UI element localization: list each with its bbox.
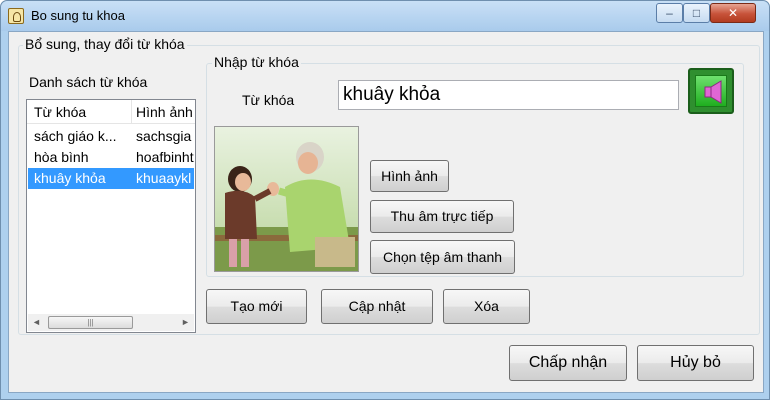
list-item-image: khuaaykl	[136, 170, 192, 186]
column-divider[interactable]	[131, 100, 132, 123]
close-button[interactable]: ✕	[710, 3, 756, 23]
client-area: Bổ sung, thay đổi từ khóa Danh sách từ k…	[8, 31, 764, 393]
maximize-button[interactable]: □	[683, 3, 710, 23]
scroll-thumb[interactable]: |||	[48, 316, 133, 329]
window-title: Bo sung tu khoa	[31, 8, 125, 23]
update-button[interactable]: Cập nhật	[321, 289, 433, 324]
new-button[interactable]: Tạo mới	[206, 289, 307, 324]
list-item-keyword: hòa bình	[34, 149, 89, 165]
list-item-image: sachsgia	[136, 128, 192, 144]
column-header-image[interactable]: Hình ảnh	[136, 104, 194, 120]
app-icon	[8, 8, 24, 24]
column-header-keyword[interactable]: Từ khóa	[34, 104, 130, 120]
scroll-right-arrow-icon[interactable]: ►	[177, 314, 194, 331]
keyword-list-title: Danh sách từ khóa	[27, 74, 150, 90]
list-item[interactable]: sách giáo k... sachsgia	[28, 126, 194, 147]
keyword-listview[interactable]: Từ khóa Hình ảnh sách giáo k... sachsgia…	[26, 99, 196, 333]
minimize-button[interactable]: –	[656, 3, 683, 23]
cancel-button[interactable]: Hủy bỏ	[637, 345, 754, 381]
accept-button[interactable]: Chấp nhận	[509, 345, 627, 381]
delete-button[interactable]: Xóa	[443, 289, 530, 324]
keyword-photo	[214, 126, 359, 272]
speaker-icon	[695, 75, 727, 107]
entry-group-title: Nhập từ khóa	[212, 54, 301, 70]
keyword-field-label: Từ khóa	[240, 92, 297, 108]
image-button[interactable]: Hình ảnh	[370, 160, 449, 192]
listview-header: Từ khóa Hình ảnh	[27, 100, 195, 124]
record-audio-button[interactable]: Thu âm trực tiếp	[370, 200, 514, 233]
list-item[interactable]: hòa bình hoafbinht	[28, 147, 194, 168]
main-group-title: Bổ sung, thay đổi từ khóa	[23, 36, 187, 52]
play-audio-button[interactable]	[688, 68, 734, 114]
choose-audio-file-button[interactable]: Chọn tệp âm thanh	[370, 240, 515, 274]
list-item-selected[interactable]: khuây khỏa khuaaykl	[28, 168, 194, 189]
list-item-image: hoafbinht	[136, 149, 194, 165]
list-item-keyword: sách giáo k...	[34, 128, 117, 144]
dialog-window: Bo sung tu khoa – □ ✕ Bổ sung, thay đổi …	[0, 0, 770, 400]
title-bar[interactable]: Bo sung tu khoa – □ ✕	[1, 1, 769, 31]
scroll-left-arrow-icon[interactable]: ◄	[28, 314, 45, 331]
keyword-input[interactable]: khuây khỏa	[338, 80, 679, 110]
list-item-keyword: khuây khỏa	[34, 170, 106, 186]
horizontal-scrollbar[interactable]: ◄ ||| ►	[28, 314, 194, 331]
